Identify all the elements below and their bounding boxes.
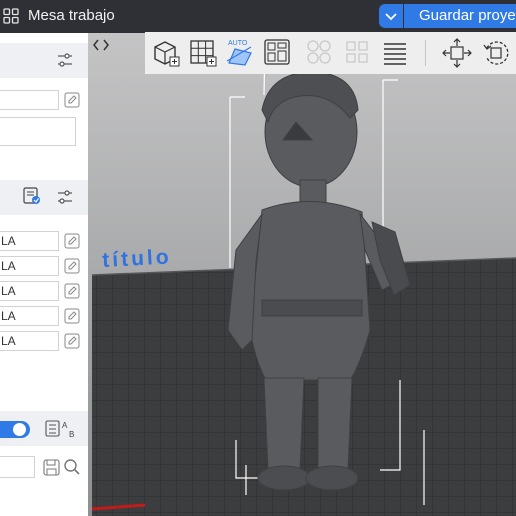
add-plate-grid-icon[interactable] <box>189 39 217 67</box>
edit-icon[interactable] <box>64 92 80 108</box>
search-input[interactable] <box>0 456 35 478</box>
split-objects-icon[interactable] <box>305 38 333 66</box>
rotate-tool-icon[interactable] <box>481 38 511 68</box>
edit-icon[interactable] <box>64 308 80 324</box>
viewport-scene <box>88 33 516 516</box>
grid-menu-icon[interactable] <box>3 8 19 24</box>
viewport-toolbar: AUTO <box>145 32 516 74</box>
edit-icon[interactable] <box>64 233 80 249</box>
save-project-button[interactable]: Guardar proyecto <box>404 4 516 28</box>
part-name-field[interactable]: LA <box>0 231 59 251</box>
name-input[interactable] <box>0 90 59 110</box>
toggle-switch[interactable] <box>0 421 30 438</box>
toolbar-divider <box>425 40 426 66</box>
bed-label-text: título <box>101 245 173 273</box>
edit-icon[interactable] <box>64 333 80 349</box>
3d-viewport[interactable] <box>88 33 516 516</box>
description-textarea[interactable] <box>0 117 76 146</box>
panel-header <box>0 43 88 78</box>
auto-orient-icon[interactable]: AUTO <box>225 37 255 67</box>
chevron-down-icon <box>385 13 397 21</box>
split-parts-icon[interactable] <box>343 38 371 66</box>
edit-icon[interactable] <box>64 258 80 274</box>
svg-text:A: A <box>62 421 68 430</box>
filter-sliders-icon[interactable] <box>57 189 73 205</box>
rename-ab-icon[interactable]: A B <box>45 419 79 439</box>
part-name-field[interactable]: LA <box>0 281 59 301</box>
arrange-icon[interactable] <box>263 38 291 66</box>
move-tool-icon[interactable] <box>442 38 472 68</box>
svg-text:AUTO: AUTO <box>228 40 248 47</box>
part-name-field[interactable]: LA <box>0 256 59 276</box>
save-disk-icon[interactable] <box>43 459 60 476</box>
edit-icon[interactable] <box>64 283 80 299</box>
collapse-panel-icon[interactable] <box>92 36 110 54</box>
save-dropdown-button[interactable] <box>379 4 403 28</box>
parts-header <box>0 180 88 215</box>
window-title: Mesa trabajo <box>28 7 115 24</box>
svg-text:B: B <box>69 430 74 439</box>
printer-list-icon[interactable] <box>23 187 41 205</box>
title-bar: Mesa trabajo Guardar proyecto <box>0 0 516 33</box>
part-name-field[interactable]: LA <box>0 306 59 326</box>
layers-list-icon[interactable] <box>381 39 409 67</box>
sliders-icon[interactable] <box>57 52 73 68</box>
left-panel: LA LA LA LA LA A B <box>0 33 88 516</box>
add-model-icon[interactable] <box>152 39 180 67</box>
search-icon[interactable] <box>63 458 81 476</box>
part-name-field[interactable]: LA <box>0 331 59 351</box>
